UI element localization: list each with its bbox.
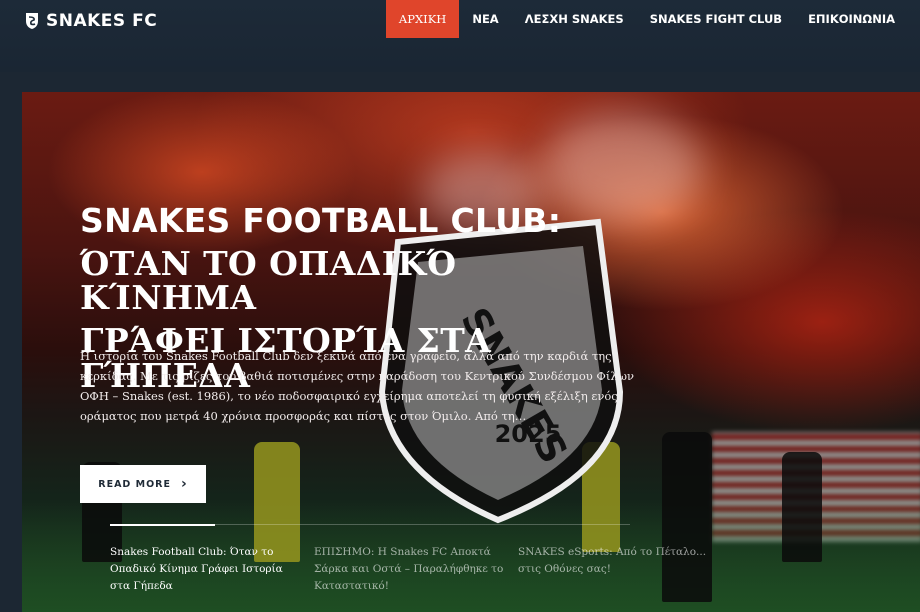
slide-link[interactable]: ΕΠΙΣΗΜΟ: Η Snakes FC Αποκτά Σάρκα και Οσ…: [314, 544, 518, 595]
brand-name: SNAKES FC: [46, 11, 158, 31]
nav-item-contact[interactable]: ΕΠΙΚΟΙΝΩΝΙΑ: [795, 0, 908, 38]
nav-item-home[interactable]: ΑΡΧΙΚΗ: [385, 0, 460, 38]
hero-excerpt: Η ιστορία του Snakes Football Club δεν ξ…: [80, 349, 635, 423]
hero-title-line: SNAKES FOOTBALL CLUB:: [80, 201, 562, 240]
chevron-right-icon: ›: [180, 476, 188, 492]
main-nav: ΑΡΧΙΚΗ ΝΕΑ ΛΕΣΧΗ SNAKES SNAKES FIGHT CLU…: [385, 0, 908, 38]
slide-link[interactable]: SNAKES eSports: Από το Πέταλο... στις Οθ…: [518, 544, 722, 595]
read-more-label: READ MORE: [98, 478, 171, 490]
nav-item-news[interactable]: ΝΕΑ: [459, 0, 511, 38]
hero-title-line: ΌΤΑΝ ΤΟ ΟΠΑΔΙΚΌ ΚΊΝΗΜΑ: [80, 243, 457, 318]
hero-player-figure: [782, 452, 822, 562]
snake-shield-icon: [26, 13, 38, 29]
nav-item-fight-club[interactable]: SNAKES FIGHT CLUB: [637, 0, 795, 38]
nav-item-club[interactable]: ΛΕΣΧΗ SNAKES: [512, 0, 637, 38]
hero-slider: SNAKES 2025 SNAKES FOOTBALL CLUB: ΌΤΑΝ Τ…: [22, 92, 920, 612]
slide-nav: Snakes Football Club: Όταν το Οπαδικό Κί…: [110, 544, 722, 595]
read-more-button[interactable]: READ MORE ›: [80, 465, 206, 503]
slider-progress-indicator: [110, 524, 215, 526]
site-header: SNAKES FC ΑΡΧΙΚΗ ΝΕΑ ΛΕΣΧΗ SNAKES SNAKES…: [0, 0, 920, 72]
slide-link[interactable]: Snakes Football Club: Όταν το Οπαδικό Κί…: [110, 544, 314, 595]
brand-logo[interactable]: SNAKES FC: [24, 10, 157, 32]
